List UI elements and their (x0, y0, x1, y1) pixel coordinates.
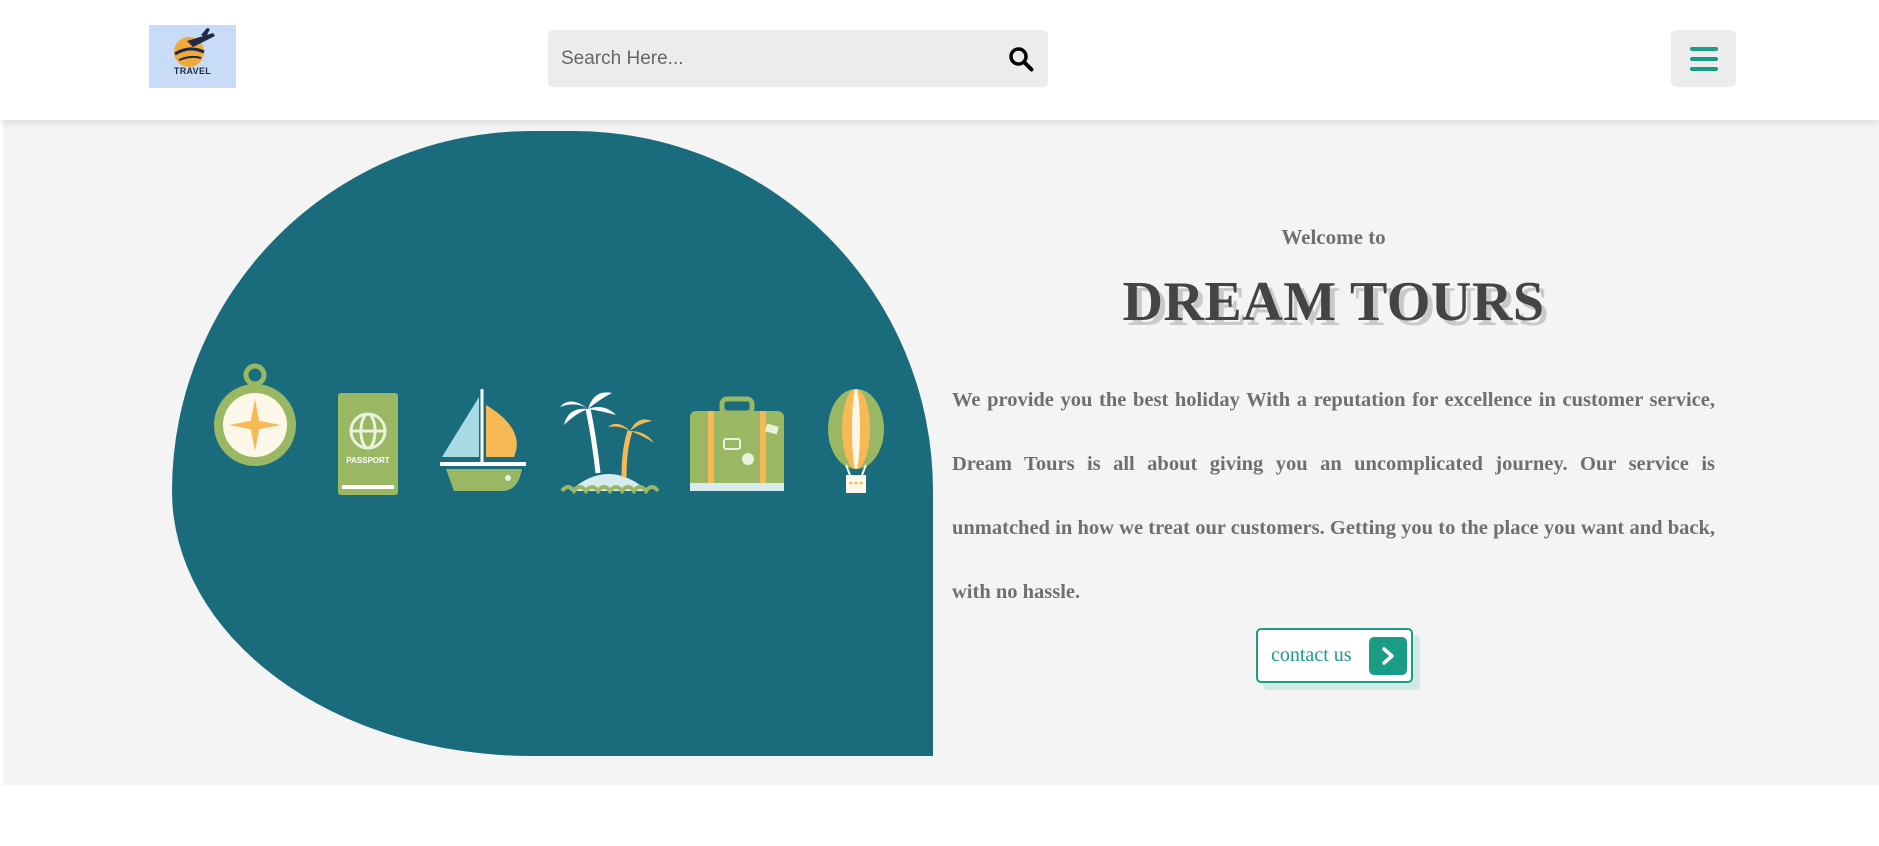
menu-button[interactable] (1671, 30, 1736, 87)
contact-us-button[interactable]: contact us (1256, 628, 1413, 683)
svg-text:PASSPORT: PASSPORT (346, 456, 390, 465)
travel-logo[interactable]: TRAVEL (149, 25, 236, 88)
passport-icon: PASSPORT (338, 393, 398, 495)
search-input[interactable] (548, 30, 988, 87)
sailboat-icon (440, 389, 526, 491)
logo-text: TRAVEL (173, 66, 212, 76)
page-title: DREAM TOURS (1122, 271, 1545, 333)
hamburger-icon (1689, 46, 1718, 71)
travel-icons: PASSPORT (214, 363, 884, 495)
chevron-right-icon (1369, 637, 1407, 675)
search-button[interactable] (994, 30, 1048, 87)
welcome-text: Welcome to (1281, 225, 1386, 249)
hot-air-balloon-icon (828, 389, 884, 493)
hero-description: We provide you the best holiday With a r… (952, 389, 1715, 603)
globe-plane-icon (174, 28, 215, 67)
hero-illustration: PASSPORT (172, 131, 933, 756)
contact-button-wrapper: contact us (1256, 628, 1420, 690)
site-header: TRAVEL (0, 0, 1879, 120)
hero-section: PASSPORT Welcome to DREAM TOURS We provi… (3, 120, 1879, 785)
suitcase-icon (690, 396, 784, 491)
contact-us-label: contact us (1271, 644, 1352, 666)
compass-icon (214, 363, 296, 466)
search-bar (548, 30, 1048, 87)
search-icon (1009, 46, 1034, 71)
island-icon (560, 392, 660, 495)
